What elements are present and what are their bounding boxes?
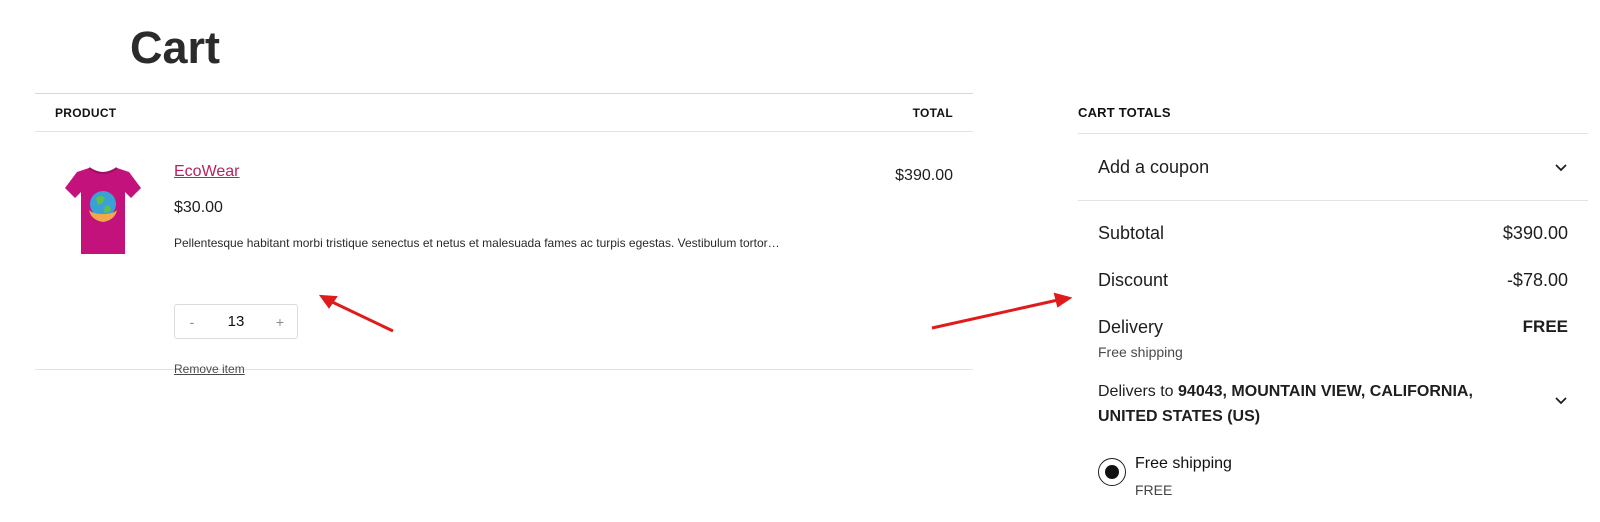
annotation-arrow-quantity — [318, 294, 394, 333]
annotation-arrows — [318, 292, 1073, 333]
annotation-arrow-discount — [931, 292, 1073, 330]
